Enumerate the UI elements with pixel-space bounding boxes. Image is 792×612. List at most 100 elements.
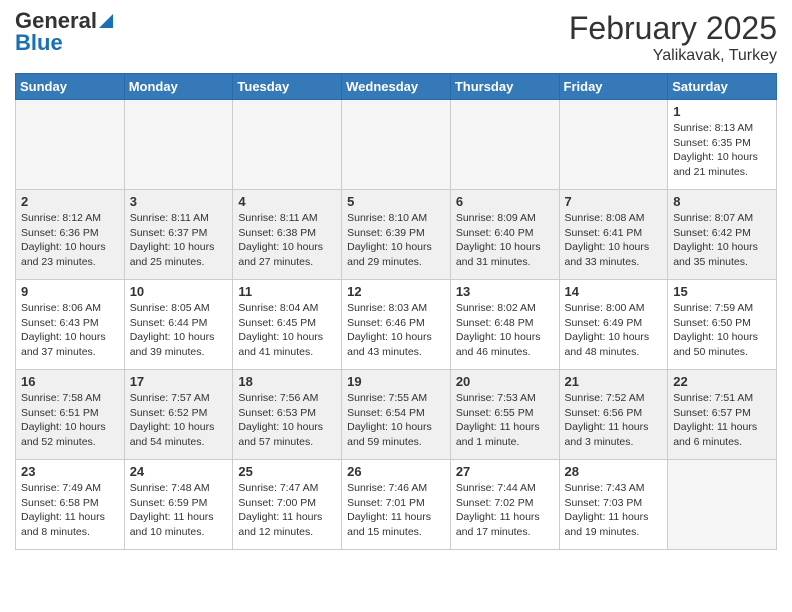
day-info: Sunrise: 8:09 AMSunset: 6:40 PMDaylight:…: [456, 211, 554, 270]
col-tuesday: Tuesday: [233, 74, 342, 100]
day-info: Sunrise: 7:52 AMSunset: 6:56 PMDaylight:…: [565, 391, 663, 450]
day-info: Sunrise: 7:51 AMSunset: 6:57 PMDaylight:…: [673, 391, 771, 450]
col-wednesday: Wednesday: [342, 74, 451, 100]
day-number: 22: [673, 374, 771, 389]
table-row: [559, 100, 668, 190]
logo-text: General: [15, 10, 97, 32]
day-number: 5: [347, 194, 445, 209]
day-info: Sunrise: 8:02 AMSunset: 6:48 PMDaylight:…: [456, 301, 554, 360]
day-number: 20: [456, 374, 554, 389]
table-row: 8Sunrise: 8:07 AMSunset: 6:42 PMDaylight…: [668, 190, 777, 280]
day-number: 9: [21, 284, 119, 299]
day-info: Sunrise: 8:06 AMSunset: 6:43 PMDaylight:…: [21, 301, 119, 360]
table-row: 13 Sunrise: 8:02 AMSunset: 6:48 PMDayligh…: [450, 280, 559, 370]
day-info: Sunrise: 8:11 AMSunset: 6:37 PMDaylight:…: [130, 211, 228, 270]
calendar-week-row: 16 Sunrise: 7:58 AMSunset: 6:51 PMDayligh…: [16, 370, 777, 460]
day-info: Sunrise: 8:03 AMSunset: 6:46 PMDaylight:…: [347, 301, 445, 360]
table-row: 21 Sunrise: 7:52 AMSunset: 6:56 PMDayligh…: [559, 370, 668, 460]
table-row: 14 Sunrise: 8:00 AMSunset: 6:49 PMDayligh…: [559, 280, 668, 370]
calendar-week-row: 1Sunrise: 8:13 AMSunset: 6:35 PMDaylight…: [16, 100, 777, 190]
location: Yalikavak, Turkey: [569, 47, 777, 65]
table-row: 2 Sunrise: 8:12 AMSunset: 6:36 PMDaylight…: [16, 190, 125, 280]
day-number: 8: [673, 194, 771, 209]
calendar: Sunday Monday Tuesday Wednesday Thursday…: [15, 73, 777, 550]
day-number: 27: [456, 464, 554, 479]
day-number: 28: [565, 464, 663, 479]
day-info: Sunrise: 7:56 AMSunset: 6:53 PMDaylight:…: [238, 391, 336, 450]
title-section: February 2025 Yalikavak, Turkey: [569, 10, 777, 65]
day-info: Sunrise: 8:12 AMSunset: 6:36 PMDaylight:…: [21, 211, 119, 270]
day-number: 26: [347, 464, 445, 479]
day-number: 17: [130, 374, 228, 389]
table-row: [124, 100, 233, 190]
table-row: 17Sunrise: 7:57 AMSunset: 6:52 PMDayligh…: [124, 370, 233, 460]
table-row: 16 Sunrise: 7:58 AMSunset: 6:51 PMDayligh…: [16, 370, 125, 460]
table-row: 23Sunrise: 7:49 AMSunset: 6:58 PMDayligh…: [16, 460, 125, 550]
table-row: 19 Sunrise: 7:55 AMSunset: 6:54 PMDayligh…: [342, 370, 451, 460]
col-sunday: Sunday: [16, 74, 125, 100]
col-thursday: Thursday: [450, 74, 559, 100]
table-row: 26 Sunrise: 7:46 AMSunset: 7:01 PMDayligh…: [342, 460, 451, 550]
table-row: [668, 460, 777, 550]
table-row: 1Sunrise: 8:13 AMSunset: 6:35 PMDaylight…: [668, 100, 777, 190]
day-number: 3: [130, 194, 228, 209]
day-number: 1: [673, 104, 771, 119]
day-number: 6: [456, 194, 554, 209]
day-info: Sunrise: 8:10 AMSunset: 6:39 PMDaylight:…: [347, 211, 445, 270]
day-info: Sunrise: 7:55 AMSunset: 6:54 PMDaylight:…: [347, 391, 445, 450]
calendar-week-row: 23Sunrise: 7:49 AMSunset: 6:58 PMDayligh…: [16, 460, 777, 550]
table-row: 3 Sunrise: 8:11 AMSunset: 6:37 PMDaylight…: [124, 190, 233, 280]
table-row: 5 Sunrise: 8:10 AMSunset: 6:39 PMDaylight…: [342, 190, 451, 280]
header: General Blue February 2025 Yalikavak, Tu…: [15, 10, 777, 65]
day-info: Sunrise: 8:04 AMSunset: 6:45 PMDaylight:…: [238, 301, 336, 360]
day-info: Sunrise: 7:43 AMSunset: 7:03 PMDaylight:…: [565, 481, 663, 540]
day-number: 23: [21, 464, 119, 479]
table-row: 28 Sunrise: 7:43 AMSunset: 7:03 PMDayligh…: [559, 460, 668, 550]
day-info: Sunrise: 7:59 AMSunset: 6:50 PMDaylight:…: [673, 301, 771, 360]
day-number: 21: [565, 374, 663, 389]
day-info: Sunrise: 7:46 AMSunset: 7:01 PMDaylight:…: [347, 481, 445, 540]
table-row: 25Sunrise: 7:47 AMSunset: 7:00 PMDayligh…: [233, 460, 342, 550]
table-row: 7 Sunrise: 8:08 AMSunset: 6:41 PMDaylight…: [559, 190, 668, 280]
calendar-week-row: 2 Sunrise: 8:12 AMSunset: 6:36 PMDaylight…: [16, 190, 777, 280]
table-row: 24 Sunrise: 7:48 AMSunset: 6:59 PMDayligh…: [124, 460, 233, 550]
day-number: 4: [238, 194, 336, 209]
table-row: 9 Sunrise: 8:06 AMSunset: 6:43 PMDaylight…: [16, 280, 125, 370]
day-number: 7: [565, 194, 663, 209]
day-number: 12: [347, 284, 445, 299]
day-number: 24: [130, 464, 228, 479]
table-row: 10 Sunrise: 8:05 AMSunset: 6:44 PMDayligh…: [124, 280, 233, 370]
table-row: 12 Sunrise: 8:03 AMSunset: 6:46 PMDayligh…: [342, 280, 451, 370]
logo: General Blue: [15, 10, 113, 55]
table-row: [16, 100, 125, 190]
day-number: 15: [673, 284, 771, 299]
day-number: 14: [565, 284, 663, 299]
calendar-header-row: Sunday Monday Tuesday Wednesday Thursday…: [16, 74, 777, 100]
logo-triangle-icon: [99, 10, 113, 28]
day-info: Sunrise: 7:58 AMSunset: 6:51 PMDaylight:…: [21, 391, 119, 450]
table-row: 22 Sunrise: 7:51 AMSunset: 6:57 PMDayligh…: [668, 370, 777, 460]
day-info: Sunrise: 7:53 AMSunset: 6:55 PMDaylight:…: [456, 391, 554, 450]
day-number: 13: [456, 284, 554, 299]
day-info: Sunrise: 8:11 AMSunset: 6:38 PMDaylight:…: [238, 211, 336, 270]
table-row: 6 Sunrise: 8:09 AMSunset: 6:40 PMDaylight…: [450, 190, 559, 280]
day-number: 16: [21, 374, 119, 389]
calendar-week-row: 9 Sunrise: 8:06 AMSunset: 6:43 PMDaylight…: [16, 280, 777, 370]
day-number: 19: [347, 374, 445, 389]
day-info: Sunrise: 7:48 AMSunset: 6:59 PMDaylight:…: [130, 481, 228, 540]
day-info: Sunrise: 8:08 AMSunset: 6:41 PMDaylight:…: [565, 211, 663, 270]
table-row: [342, 100, 451, 190]
day-number: 10: [130, 284, 228, 299]
table-row: 11 Sunrise: 8:04 AMSunset: 6:45 PMDayligh…: [233, 280, 342, 370]
page: General Blue February 2025 Yalikavak, Tu…: [0, 0, 792, 560]
day-info: Sunrise: 8:00 AMSunset: 6:49 PMDaylight:…: [565, 301, 663, 360]
month-year: February 2025: [569, 10, 777, 47]
day-info: Sunrise: 7:44 AMSunset: 7:02 PMDaylight:…: [456, 481, 554, 540]
day-number: 11: [238, 284, 336, 299]
day-number: 2: [21, 194, 119, 209]
table-row: 15 Sunrise: 7:59 AMSunset: 6:50 PMDayligh…: [668, 280, 777, 370]
table-row: 20 Sunrise: 7:53 AMSunset: 6:55 PMDayligh…: [450, 370, 559, 460]
day-info: Sunrise: 8:05 AMSunset: 6:44 PMDaylight:…: [130, 301, 228, 360]
col-monday: Monday: [124, 74, 233, 100]
table-row: 4 Sunrise: 8:11 AMSunset: 6:38 PMDaylight…: [233, 190, 342, 280]
